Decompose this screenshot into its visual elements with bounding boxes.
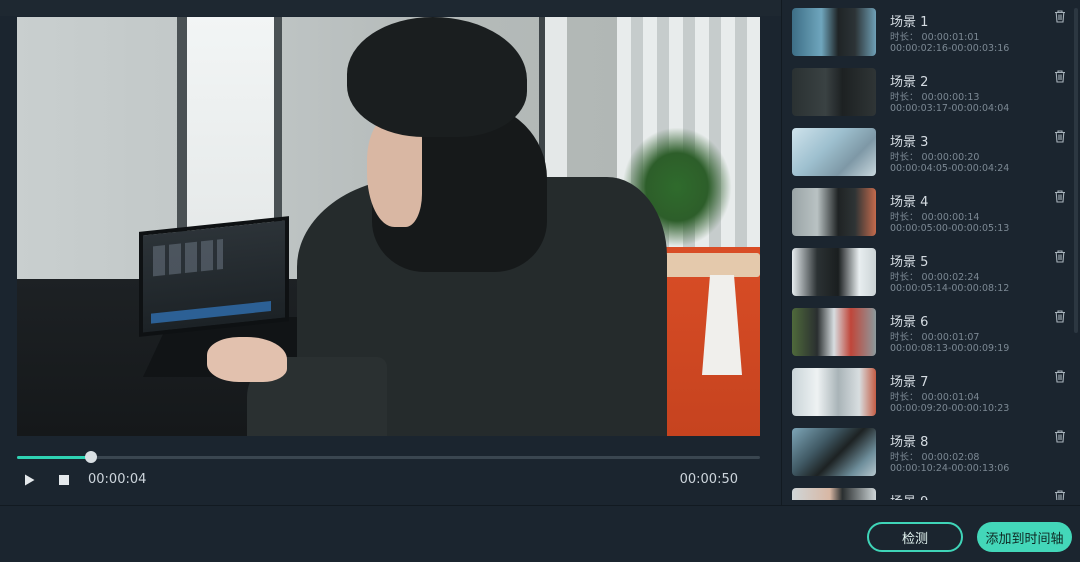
detect-button[interactable]: 检测 xyxy=(867,522,963,552)
video-preview[interactable] xyxy=(17,17,760,436)
scene-thumbnail[interactable] xyxy=(792,368,876,416)
scene-duration: 时长： 00:00:02:24 xyxy=(890,272,980,283)
play-button[interactable] xyxy=(22,473,36,487)
stop-icon xyxy=(59,475,69,485)
scene-list-scrollbar[interactable] xyxy=(1074,8,1078,333)
scene-name: 场景 6 xyxy=(890,315,929,330)
trash-icon xyxy=(1055,130,1065,143)
trash-icon xyxy=(1055,430,1065,443)
add-to-timeline-button[interactable]: 添加到时间轴 xyxy=(977,522,1072,552)
delete-scene-button[interactable] xyxy=(1054,68,1068,83)
trash-icon xyxy=(1055,70,1065,83)
scene-thumbnail[interactable] xyxy=(792,68,876,116)
delete-scene-button[interactable] xyxy=(1054,308,1068,323)
scene-thumbnail[interactable] xyxy=(792,8,876,56)
scene-item[interactable]: 场景 2 时长： 00:00:00:13 00:00:03:17-00:00:04:… xyxy=(792,68,1070,118)
current-time: 00:00:04 xyxy=(88,472,147,487)
play-icon xyxy=(24,474,34,486)
stop-button[interactable] xyxy=(57,473,71,487)
scene-item[interactable]: 场景 8 时长： 00:00:02:08 00:00:10:24-00:00:13:… xyxy=(792,428,1070,478)
scene-duration: 时长： 00:00:01:07 xyxy=(890,332,980,343)
scene-range: 00:00:05:00-00:00:05:13 xyxy=(890,223,1010,234)
scene-range: 00:00:10:24-00:00:13:06 xyxy=(890,463,1010,474)
preview-table xyxy=(657,253,760,277)
total-time: 00:00:50 xyxy=(679,472,738,487)
progress-handle[interactable] xyxy=(85,451,98,463)
scene-range: 00:00:03:17-00:00:04:04 xyxy=(890,103,1010,114)
playback-progress-bar[interactable] xyxy=(17,451,760,463)
scene-thumbnail[interactable] xyxy=(792,128,876,176)
scene-thumbnail[interactable] xyxy=(792,308,876,356)
delete-scene-button[interactable] xyxy=(1054,488,1068,500)
scene-duration: 时长： 00:00:01:04 xyxy=(890,392,980,403)
delete-scene-button[interactable] xyxy=(1054,368,1068,383)
trash-icon xyxy=(1055,190,1065,203)
scene-range: 00:00:08:13-00:00:09:19 xyxy=(890,343,1010,354)
scene-item[interactable]: 场景 9 xyxy=(792,488,1070,500)
scene-range: 00:00:04:05-00:00:04:24 xyxy=(890,163,1010,174)
top-strip xyxy=(0,0,782,16)
scene-thumbnail[interactable] xyxy=(792,248,876,296)
scene-list[interactable]: 场景 1 时长： 00:00:01:01 00:00:02:16-00:00:03:… xyxy=(782,0,1080,500)
delete-scene-button[interactable] xyxy=(1054,428,1068,443)
scene-item[interactable]: 场景 4 时长： 00:00:00:14 00:00:05:00-00:00:05:… xyxy=(792,188,1070,238)
scene-name: 场景 7 xyxy=(890,375,929,390)
scene-item[interactable]: 场景 1 时长： 00:00:01:01 00:00:02:16-00:00:03:… xyxy=(792,8,1070,58)
scene-name: 场景 9 xyxy=(890,491,928,500)
scene-duration: 时长： 00:00:01:01 xyxy=(890,32,980,43)
trash-icon xyxy=(1055,10,1065,23)
trash-icon xyxy=(1055,370,1065,383)
trash-icon xyxy=(1055,490,1065,500)
trash-icon xyxy=(1055,250,1065,263)
scene-thumbnail[interactable] xyxy=(792,188,876,236)
scene-duration: 时长： 00:00:00:13 xyxy=(890,92,980,103)
scene-item[interactable]: 场景 5 时长： 00:00:02:24 00:00:05:14-00:00:08:… xyxy=(792,248,1070,298)
delete-scene-button[interactable] xyxy=(1054,188,1068,203)
scene-duration: 时长： 00:00:00:14 xyxy=(890,212,980,223)
trash-icon xyxy=(1055,310,1065,323)
preview-laptop-screen xyxy=(139,216,289,337)
scene-range: 00:00:02:16-00:00:03:16 xyxy=(890,43,1010,54)
scene-item[interactable]: 场景 6 时长： 00:00:01:07 00:00:08:13-00:00:09:… xyxy=(792,308,1070,358)
scene-name: 场景 8 xyxy=(890,435,929,450)
scene-name: 场景 5 xyxy=(890,255,929,270)
scene-name: 场景 4 xyxy=(890,195,929,210)
delete-scene-button[interactable] xyxy=(1054,128,1068,143)
preview-person-hand xyxy=(207,337,287,382)
scene-thumbnail[interactable] xyxy=(792,428,876,476)
scene-thumbnail[interactable] xyxy=(792,488,876,500)
scene-name: 场景 2 xyxy=(890,75,929,90)
preview-person-beret xyxy=(347,17,527,137)
footer-divider xyxy=(0,505,1080,506)
progress-fill xyxy=(17,456,92,459)
delete-scene-button[interactable] xyxy=(1054,8,1068,23)
scene-range: 00:00:05:14-00:00:08:12 xyxy=(890,283,1010,294)
scene-name: 场景 1 xyxy=(890,15,929,30)
delete-scene-button[interactable] xyxy=(1054,248,1068,263)
scene-name: 场景 3 xyxy=(890,135,929,150)
playback-controls: 00:00:04 00:00:50 xyxy=(17,470,760,490)
scene-item[interactable]: 场景 3 时长： 00:00:00:20 00:00:04:05-00:00:04:… xyxy=(792,128,1070,178)
scene-range: 00:00:09:20-00:00:10:23 xyxy=(890,403,1010,414)
scene-item[interactable]: 场景 7 时长： 00:00:01:04 00:00:09:20-00:00:10:… xyxy=(792,368,1070,418)
scene-duration: 时长： 00:00:02:08 xyxy=(890,452,980,463)
scene-duration: 时长： 00:00:00:20 xyxy=(890,152,980,163)
